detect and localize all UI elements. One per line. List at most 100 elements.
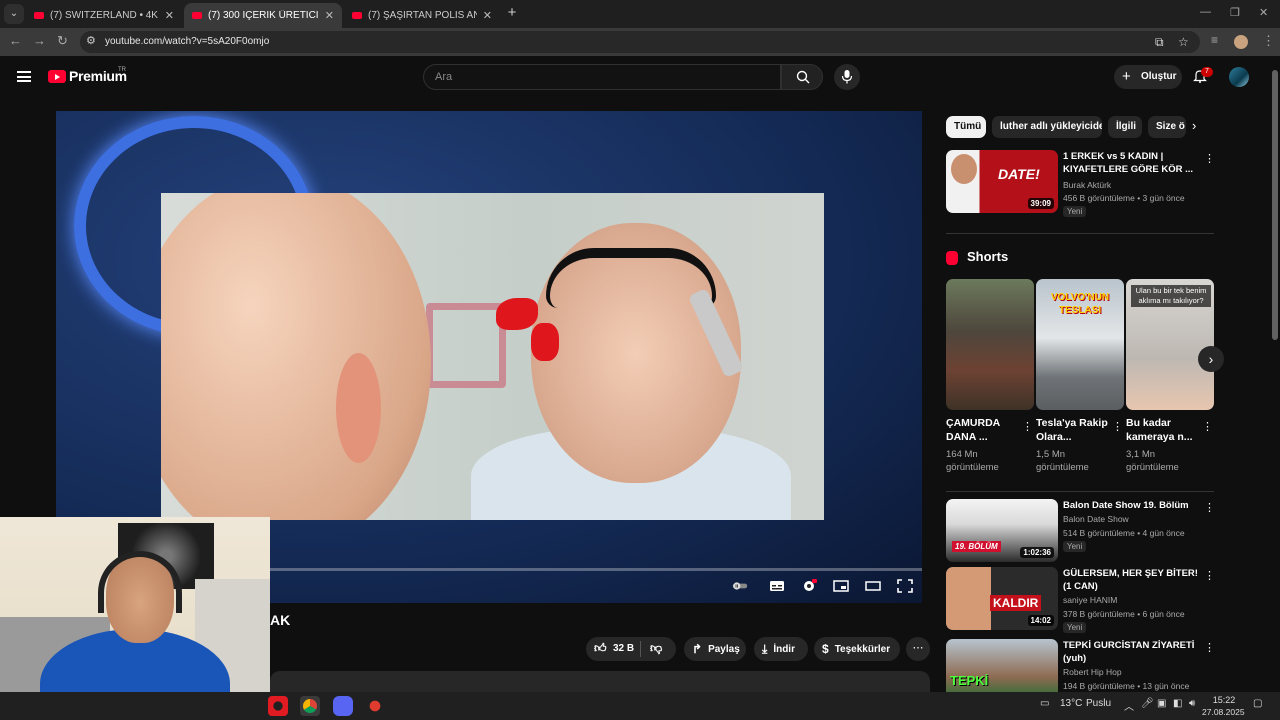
guide-menu-icon[interactable]: [17, 71, 31, 82]
short-thumbnail[interactable]: [946, 279, 1034, 410]
channel-name[interactable]: Burak Aktürk: [1063, 180, 1111, 190]
like-count[interactable]: 32 B: [613, 643, 634, 654]
video-more-icon[interactable]: ⋮: [1204, 152, 1215, 165]
recommended-video[interactable]: TEPKİ TEPKİ GURCİSTAN ZİYARETİ (yuh) Rob…: [946, 639, 1216, 692]
settings-gear-icon[interactable]: [801, 579, 817, 593]
clock-date[interactable]: 27.08.2025: [1202, 707, 1245, 717]
discord-icon[interactable]: [333, 696, 353, 716]
page-scrollbar[interactable]: [1270, 56, 1280, 692]
video-thumbnail[interactable]: TEPKİ: [946, 639, 1058, 692]
channel-name[interactable]: Balon Date Show: [1063, 514, 1129, 524]
speaker-icon[interactable]: 🔊︎: [1189, 698, 1195, 709]
download-button[interactable]: ⤓ İndir: [754, 637, 808, 661]
media-control-icon[interactable]: ≡: [1211, 33, 1218, 47]
short-more-icon[interactable]: ⋮: [1112, 420, 1123, 433]
forward-arrow-icon[interactable]: →: [33, 33, 46, 48]
close-tab-icon[interactable]: ✕: [483, 9, 492, 22]
search-input[interactable]: Ara: [423, 64, 781, 90]
miniplayer-icon[interactable]: [833, 579, 849, 593]
more-actions-button[interactable]: ⋯: [906, 637, 930, 661]
browser-tab-switzerland[interactable]: (7) SWITZERLAND • 4K Relaxati ✕: [26, 3, 182, 28]
video-title[interactable]: 1 ERKEK vs 5 KADIN | KIYAFETLERE GÖRE KÖ…: [1063, 150, 1205, 176]
browser-tab-polis[interactable]: (7) ŞAŞIRTAN POLİS ANONSU | ✕: [344, 3, 500, 28]
video-thumbnail[interactable]: 19. BÖLÜM 1:02:36: [946, 499, 1058, 562]
weather-desc[interactable]: Puslu: [1086, 698, 1111, 709]
network-icon[interactable]: ▣: [1157, 698, 1166, 709]
thumb-text: KALDIR: [990, 595, 1042, 611]
video-more-icon[interactable]: ⋮: [1204, 641, 1215, 654]
video-more-icon[interactable]: ⋮: [1204, 569, 1215, 582]
url-text[interactable]: youtube.com/watch?v=5sA20F0omjo: [105, 36, 269, 47]
create-label: Oluştur: [1141, 71, 1177, 82]
chip-from-uploader[interactable]: luther adlı yükleyiciden: [992, 116, 1102, 138]
microphone-tray-icon[interactable]: 🎤︎: [1141, 698, 1154, 709]
restore-icon[interactable]: ❐: [1230, 6, 1240, 19]
short-title[interactable]: Tesla'ya Rakip Olara...: [1036, 416, 1108, 444]
tray-chevron-icon[interactable]: ︿: [1124, 698, 1134, 713]
opera-icon[interactable]: [268, 696, 288, 716]
site-info-icon[interactable]: ⚙: [86, 34, 96, 47]
bookmark-star-icon[interactable]: ☆: [1178, 35, 1189, 49]
close-tab-icon[interactable]: ✕: [165, 9, 174, 22]
like-thumb-icon[interactable]: 👍︎: [594, 641, 607, 656]
video-title[interactable]: GÜLERSEM, HER ŞEY BİTER! (1 CAN): [1063, 567, 1205, 593]
address-bar[interactable]: ⚙ youtube.com/watch?v=5sA20F0omjo ⧉ ☆: [80, 31, 1200, 53]
subtitles-icon[interactable]: [769, 579, 785, 593]
chips-next-chevron-icon[interactable]: ›: [1192, 118, 1196, 133]
tab-search-dropdown-icon[interactable]: ⌄: [4, 4, 24, 24]
notifications-tray-icon[interactable]: ▢: [1253, 698, 1262, 709]
recommended-video[interactable]: KALDIR 14:02 GÜLERSEM, HER ŞEY BİTER! (1…: [946, 567, 1216, 633]
video-thumbnail[interactable]: KALDIR 14:02: [946, 567, 1058, 630]
back-arrow-icon[interactable]: ←: [9, 33, 22, 48]
account-avatar[interactable]: [1229, 67, 1249, 87]
autoplay-toggle-icon[interactable]: [732, 579, 748, 593]
thanks-button[interactable]: $ Teşekkürler: [814, 637, 900, 661]
minimize-icon[interactable]: —: [1200, 6, 1211, 18]
window-close-icon[interactable]: ✕: [1259, 6, 1268, 19]
weather-icon[interactable]: ▭: [1040, 698, 1049, 709]
search-button[interactable]: [781, 64, 823, 90]
super-thanks-icon: $: [822, 642, 829, 656]
short-more-icon[interactable]: ⋮: [1202, 420, 1213, 433]
fullscreen-icon[interactable]: [897, 579, 913, 593]
install-app-icon[interactable]: ⧉: [1155, 35, 1164, 50]
share-label: Paylaş: [708, 643, 740, 655]
reload-icon[interactable]: ↻: [57, 33, 68, 49]
short-thumbnail[interactable]: VOLVO'NUN TESLASI: [1036, 279, 1124, 410]
short-title[interactable]: Bu kadar kameraya n...: [1126, 416, 1198, 444]
clock-time[interactable]: 15:22: [1204, 695, 1244, 705]
video-title[interactable]: Balon Date Show 19. Bölüm: [1063, 499, 1205, 512]
new-tab-button[interactable]: +: [504, 4, 520, 22]
shorts-next-chevron-icon[interactable]: ›: [1198, 346, 1224, 372]
youtube-logo-icon[interactable]: [48, 70, 66, 83]
short-more-icon[interactable]: ⋮: [1022, 420, 1033, 433]
video-title[interactable]: TEPKİ GURCİSTAN ZİYARETİ (yuh): [1063, 639, 1205, 665]
dislike-thumb-icon[interactable]: 👎︎: [650, 641, 662, 656]
weather-temp[interactable]: 13°C: [1060, 698, 1082, 709]
chip-related[interactable]: İlgili: [1108, 116, 1142, 138]
volume-icon[interactable]: ◧: [1173, 698, 1182, 709]
profile-avatar-icon[interactable]: [1234, 35, 1248, 49]
voice-search-button[interactable]: [834, 64, 860, 90]
close-tab-icon[interactable]: ✕: [325, 9, 334, 22]
chip-for-you[interactable]: Size ö: [1148, 116, 1186, 138]
share-button[interactable]: ↱ Paylaş: [684, 637, 746, 661]
obs-icon[interactable]: [365, 696, 385, 716]
tab-label: (7) SWITZERLAND • 4K Relaxati: [50, 10, 159, 21]
recommended-video[interactable]: 19. BÖLÜM 1:02:36 Balon Date Show 19. Bö…: [946, 499, 1216, 562]
theater-mode-icon[interactable]: [865, 579, 881, 593]
short-title[interactable]: ÇAMURDA DANA ...: [946, 416, 1018, 444]
scrollbar-thumb[interactable]: [1272, 70, 1278, 340]
short-thumbnail[interactable]: Ulan bu bir tek benim aklıma mı takılıyo…: [1126, 279, 1214, 410]
channel-name[interactable]: saniye HANIM: [1063, 595, 1117, 605]
chrome-taskbar-button[interactable]: [300, 696, 320, 716]
browser-tab-active[interactable]: (7) 300 İÇERİK ÜRETİCİSİNİ KAN ✕: [184, 3, 342, 28]
video-thumbnail[interactable]: DATE! 39:09: [946, 150, 1058, 213]
video-more-icon[interactable]: ⋮: [1204, 501, 1215, 514]
video-progress-bar[interactable]: [270, 568, 922, 571]
recommended-video[interactable]: DATE! 39:09 1 ERKEK vs 5 KADIN | KIYAFET…: [946, 150, 1216, 217]
browser-menu-icon[interactable]: ⋮: [1262, 33, 1275, 49]
channel-name[interactable]: Robert Hip Hop: [1063, 667, 1122, 677]
chip-all[interactable]: Tümü: [946, 116, 986, 138]
create-button[interactable]: + Oluştur: [1114, 65, 1182, 89]
